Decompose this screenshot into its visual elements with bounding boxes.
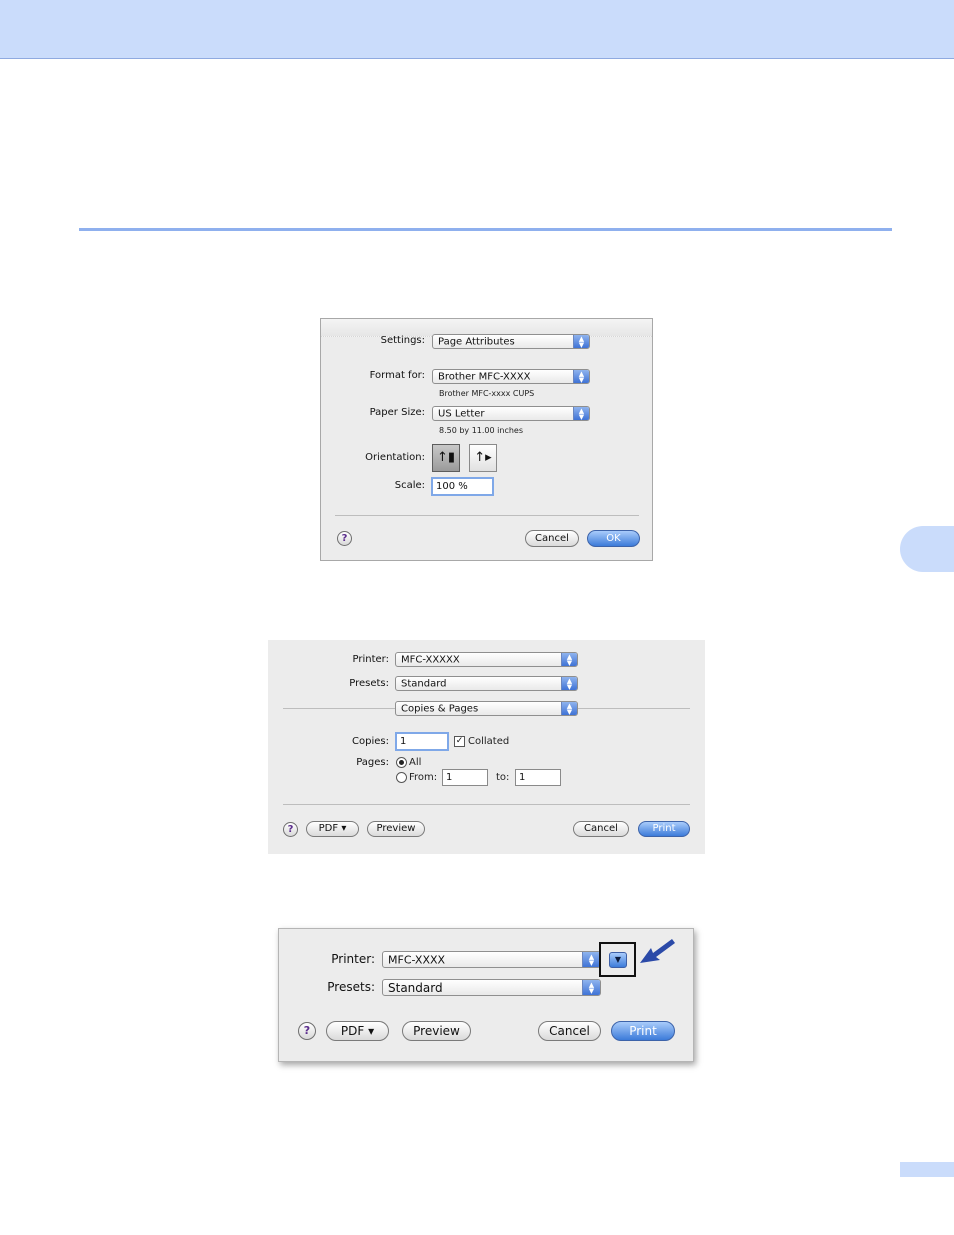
pointer-arrow-icon (640, 939, 675, 963)
printer-value: MFC-XXXX (388, 953, 446, 966)
cancel-button[interactable]: Cancel (525, 530, 579, 547)
printer-value: MFC-XXXXX (401, 654, 460, 665)
presets-value: Standard (388, 980, 443, 995)
landscape-person-icon: ↑▸ (474, 450, 492, 465)
header-band (0, 0, 954, 59)
pages-all-radio[interactable] (396, 757, 407, 768)
format-for-select[interactable]: Brother MFC-XXXX ▲ ▼ (432, 369, 590, 384)
updown-arrows-icon: ▲ ▼ (561, 677, 577, 690)
settings-select[interactable]: Page Attributes ▲ ▼ (432, 334, 590, 349)
format-for-value: Brother MFC-XXXX (438, 371, 531, 382)
printer-label: Printer: (331, 952, 375, 966)
updown-arrows-icon: ▲ ▼ (561, 702, 577, 715)
updown-arrows-icon: ▲ ▼ (573, 335, 589, 348)
panel-value: Copies & Pages (401, 703, 479, 714)
printer-select[interactable]: MFC-XXXXX ▲ ▼ (395, 652, 578, 667)
printer-select[interactable]: MFC-XXXX ▲ ▼ (382, 951, 601, 968)
help-button[interactable]: ? (298, 1022, 316, 1040)
pages-from-radio[interactable] (396, 772, 407, 783)
presets-value: Standard (401, 678, 447, 689)
scale-label: Scale: (394, 480, 425, 491)
scale-field[interactable]: 100 % (431, 477, 494, 496)
updown-arrows-icon: ▲ ▼ (582, 952, 600, 967)
chapter-tab (900, 526, 954, 572)
preview-button[interactable]: Preview (367, 821, 425, 837)
all-label: All (409, 757, 422, 768)
presets-label: Presets: (327, 980, 375, 994)
format-for-note: Brother MFC-xxxx CUPS (439, 389, 535, 398)
to-label: to: (496, 772, 510, 783)
collated-label: Collated (468, 736, 510, 747)
presets-select[interactable]: Standard ▲ ▼ (382, 979, 601, 996)
settings-label: Settings: (380, 335, 425, 346)
pdf-menu-button[interactable]: PDF ▾ (306, 821, 359, 837)
page-setup-dialog: Settings: Page Attributes ▲ ▼ Format for:… (320, 318, 653, 561)
updown-arrows-icon: ▲ ▼ (573, 407, 589, 420)
expand-dialog-callout: ▼ (599, 942, 636, 977)
settings-value: Page Attributes (438, 336, 515, 347)
updown-arrows-icon: ▲ ▼ (582, 980, 600, 995)
help-button[interactable]: ? (337, 531, 352, 546)
orientation-label: Orientation: (365, 452, 425, 463)
paper-size-value: US Letter (438, 408, 485, 419)
paper-size-note: 8.50 by 11.00 inches (439, 426, 524, 435)
collated-checkbox[interactable]: ✓ (454, 736, 465, 747)
presets-label: Presets: (349, 678, 389, 689)
paper-size-label: Paper Size: (369, 407, 425, 418)
ok-button[interactable]: OK (587, 530, 640, 547)
cancel-button[interactable]: Cancel (573, 821, 629, 837)
help-button[interactable]: ? (283, 822, 298, 837)
print-button[interactable]: Print (611, 1021, 675, 1041)
expand-dialog-button[interactable]: ▼ (609, 952, 627, 968)
portrait-person-icon: ↑▮ (436, 450, 456, 465)
from-label: From: (409, 772, 438, 783)
presets-select[interactable]: Standard ▲ ▼ (395, 676, 578, 691)
landscape-orientation-button[interactable]: ↑▸ (469, 444, 497, 472)
print-dialog-expanded: Printer: MFC-XXXXX ▲ ▼ Presets: Standard … (268, 640, 705, 854)
printer-label: Printer: (352, 654, 389, 665)
print-button[interactable]: Print (638, 821, 690, 837)
from-field[interactable]: 1 (442, 769, 488, 786)
to-field[interactable]: 1 (515, 769, 561, 786)
portrait-orientation-button[interactable]: ↑▮ (432, 444, 460, 472)
pages-label: Pages: (356, 757, 389, 768)
dialog-divider (283, 804, 690, 805)
pdf-menu-button[interactable]: PDF ▾ (326, 1021, 389, 1041)
format-for-label: Format for: (369, 370, 425, 381)
updown-arrows-icon: ▲ ▼ (561, 653, 577, 666)
page-number-box (900, 1162, 954, 1177)
dialog-divider (335, 515, 639, 516)
copies-label: Copies: (352, 736, 389, 747)
paper-size-select[interactable]: US Letter ▲ ▼ (432, 406, 590, 421)
copies-field[interactable]: 1 (395, 732, 449, 751)
preview-button[interactable]: Preview (402, 1021, 471, 1041)
section-rule (79, 228, 892, 231)
panel-select[interactable]: Copies & Pages ▲ ▼ (395, 701, 578, 716)
updown-arrows-icon: ▲ ▼ (573, 370, 589, 383)
cancel-button[interactable]: Cancel (538, 1021, 601, 1041)
